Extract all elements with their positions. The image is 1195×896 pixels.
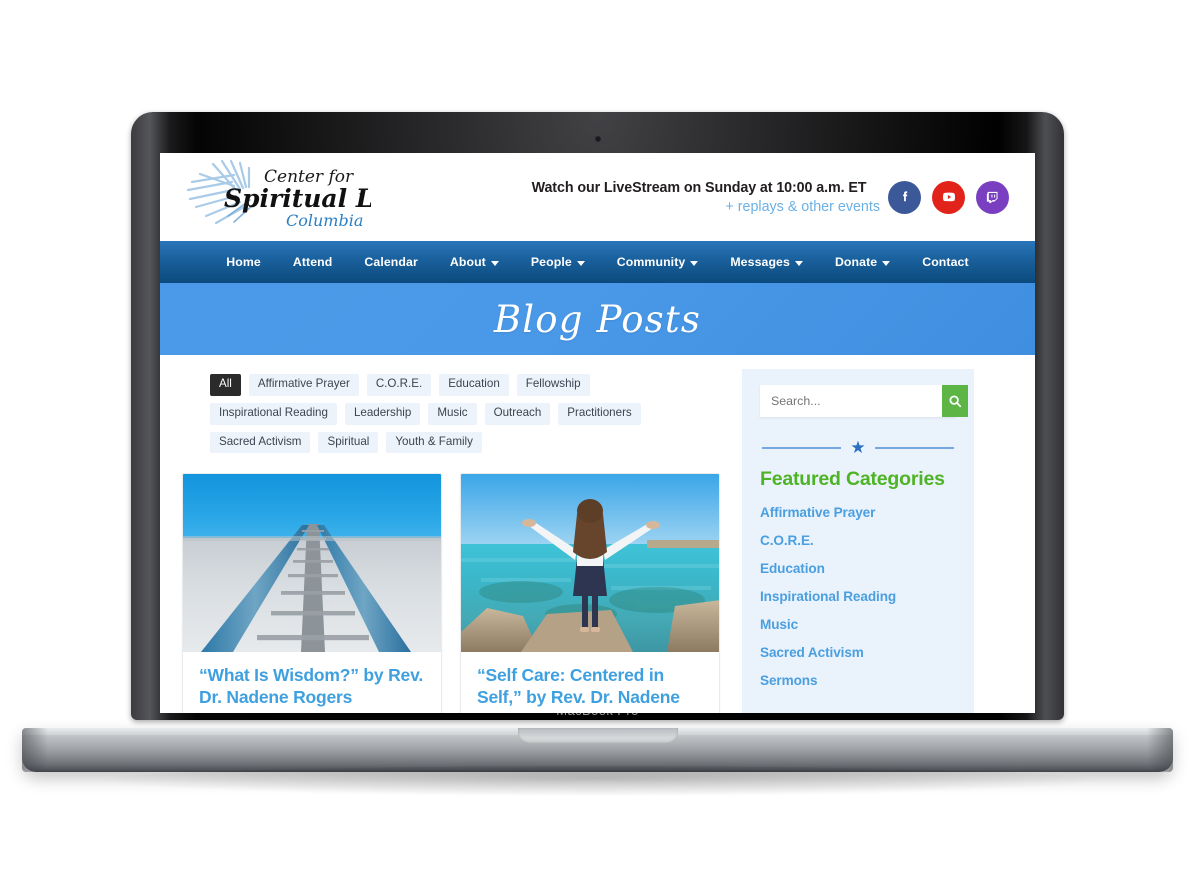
chevron-down-icon xyxy=(490,260,499,266)
site-header: Center for Spiritual Living ™ Columbia W… xyxy=(160,153,1035,241)
filter-tag-practitioners[interactable]: Practitioners xyxy=(558,402,641,425)
search-icon xyxy=(949,395,962,408)
twitch-icon[interactable] xyxy=(976,180,1009,214)
seaside-photo-graphic xyxy=(461,474,719,653)
nav-label: Community xyxy=(616,255,686,269)
replays-link[interactable]: + replays & other events xyxy=(516,199,882,215)
main-navigation: Home Attend Calendar About People Commun… xyxy=(160,241,1035,283)
filter-tag-all[interactable]: All xyxy=(210,374,241,396)
svg-text:Columbia: Columbia xyxy=(286,211,363,230)
laptop-lid: MacBook Pro xyxy=(131,112,1064,720)
svg-text:™: ™ xyxy=(358,192,366,201)
ladder-against-sky-photo[interactable] xyxy=(183,474,441,653)
filter-tag-education[interactable]: Education xyxy=(439,374,509,396)
site-logo[interactable]: Center for Spiritual Living ™ Columbia xyxy=(186,160,516,234)
ladder-photo-graphic xyxy=(183,474,441,653)
filter-tag-music[interactable]: Music xyxy=(428,402,477,425)
woman-arms-open-by-sea-photo[interactable] xyxy=(461,474,719,653)
nav-label: People xyxy=(530,255,572,269)
page-title: Blog Posts xyxy=(493,297,702,341)
youtube-icon[interactable] xyxy=(932,180,965,214)
category-link-education[interactable]: Education xyxy=(760,561,956,576)
filter-tag-sacred-activism[interactable]: Sacred Activism xyxy=(210,431,311,454)
nav-label: Calendar xyxy=(364,255,418,269)
webcam-icon xyxy=(594,136,601,142)
svg-text:Spiritual Living: Spiritual Living xyxy=(224,184,371,213)
chevron-down-icon xyxy=(576,260,585,266)
header-announcement: Watch our LiveStream on Sunday at 10:00 … xyxy=(516,180,888,215)
laptop-base-notch xyxy=(517,728,678,744)
blog-post-card[interactable]: “What Is Wisdom?” by Rev. Dr. Nadene Rog… xyxy=(182,473,442,713)
nav-item-messages[interactable]: Messages xyxy=(714,255,819,269)
social-links xyxy=(888,180,1013,214)
nav-item-home[interactable]: Home xyxy=(210,255,277,269)
facebook-icon[interactable] xyxy=(888,180,921,214)
category-link-sermons[interactable]: Sermons xyxy=(760,673,956,688)
nav-label: Contact xyxy=(922,255,969,269)
nav-label: Donate xyxy=(834,255,878,269)
blog-post-card[interactable]: “Self Care: Centered in Self,” by Rev. D… xyxy=(460,473,720,713)
website-viewport: Center for Spiritual Living ™ Columbia W… xyxy=(160,153,1035,713)
content-column: All Affirmative Prayer C.O.R.E. Educatio… xyxy=(182,369,720,713)
chevron-down-icon xyxy=(794,260,803,266)
filter-tag-inspirational-reading[interactable]: Inspirational Reading xyxy=(210,402,337,425)
category-link-core[interactable]: C.O.R.E. xyxy=(760,533,956,548)
nav-item-people[interactable]: People xyxy=(515,255,601,269)
star-icon: ★ xyxy=(850,438,866,457)
search-button[interactable] xyxy=(942,385,968,417)
filter-tag-youth-family[interactable]: Youth & Family xyxy=(386,431,482,454)
nav-item-contact[interactable]: Contact xyxy=(906,255,984,269)
category-link-sacred-activism[interactable]: Sacred Activism xyxy=(760,645,956,660)
nav-item-donate[interactable]: Donate xyxy=(819,255,906,269)
blog-post-body: “What Is Wisdom?” by Rev. Dr. Nadene Rog… xyxy=(183,652,441,713)
chevron-down-icon xyxy=(882,260,891,266)
nav-label: Home xyxy=(226,255,261,269)
laptop-screen: Center for Spiritual Living ™ Columbia W… xyxy=(160,153,1035,713)
laptop-base-left-edge xyxy=(22,728,48,772)
sidebar-column: ★ Featured Categories Affirmative Prayer… xyxy=(742,369,974,713)
filter-tag-spiritual[interactable]: Spiritual xyxy=(318,431,379,454)
filter-tag-core[interactable]: C.O.R.E. xyxy=(366,374,432,396)
nav-label: Attend xyxy=(292,255,333,269)
blog-post-title[interactable]: “What Is Wisdom?” by Rev. Dr. Nadene Rog… xyxy=(199,665,425,709)
featured-categories-heading: Featured Categories xyxy=(760,468,945,490)
nav-item-community[interactable]: Community xyxy=(601,255,715,269)
nav-item-attend[interactable]: Attend xyxy=(277,255,349,269)
blog-post-title[interactable]: “Self Care: Centered in Self,” by Rev. D… xyxy=(477,665,703,713)
macbook-pro-mockup: MacBook Pro xyxy=(0,0,1195,896)
nav-label: About xyxy=(449,255,486,269)
blog-post-body: “Self Care: Centered in Self,” by Rev. D… xyxy=(461,652,719,713)
category-link-music[interactable]: Music xyxy=(760,617,956,632)
divider-line-left xyxy=(762,446,842,449)
laptop-base-right-edge xyxy=(1147,728,1173,772)
search-form xyxy=(760,385,968,417)
nav-item-calendar[interactable]: Calendar xyxy=(348,255,433,269)
chevron-down-icon xyxy=(690,260,699,266)
filter-tag-outreach[interactable]: Outreach xyxy=(484,402,551,425)
page-hero-banner: Blog Posts xyxy=(160,283,1035,355)
laptop-drop-shadow xyxy=(96,766,1099,796)
category-filter-list: All Affirmative Prayer C.O.R.E. Educatio… xyxy=(182,369,720,454)
category-link-affirmative-prayer[interactable]: Affirmative Prayer xyxy=(760,505,956,520)
logo-graphic: Center for Spiritual Living ™ Columbia xyxy=(186,160,371,230)
blog-post-grid: “What Is Wisdom?” by Rev. Dr. Nadene Rog… xyxy=(182,453,720,713)
divider-line-right xyxy=(874,446,954,449)
star-divider: ★ xyxy=(762,439,954,456)
filter-tag-leadership[interactable]: Leadership xyxy=(344,402,421,425)
livestream-text: Watch our LiveStream on Sunday at 10:00 … xyxy=(531,179,867,196)
filter-tag-fellowship[interactable]: Fellowship xyxy=(516,374,590,396)
nav-label: Messages xyxy=(730,255,790,269)
nav-item-about[interactable]: About xyxy=(434,255,515,269)
page-body: All Affirmative Prayer C.O.R.E. Educatio… xyxy=(160,355,1035,713)
category-link-inspirational-reading[interactable]: Inspirational Reading xyxy=(760,589,956,604)
filter-tag-affirmative-prayer[interactable]: Affirmative Prayer xyxy=(248,374,359,396)
sidebar-panel: ★ Featured Categories Affirmative Prayer… xyxy=(742,369,974,713)
search-input[interactable] xyxy=(760,385,942,417)
